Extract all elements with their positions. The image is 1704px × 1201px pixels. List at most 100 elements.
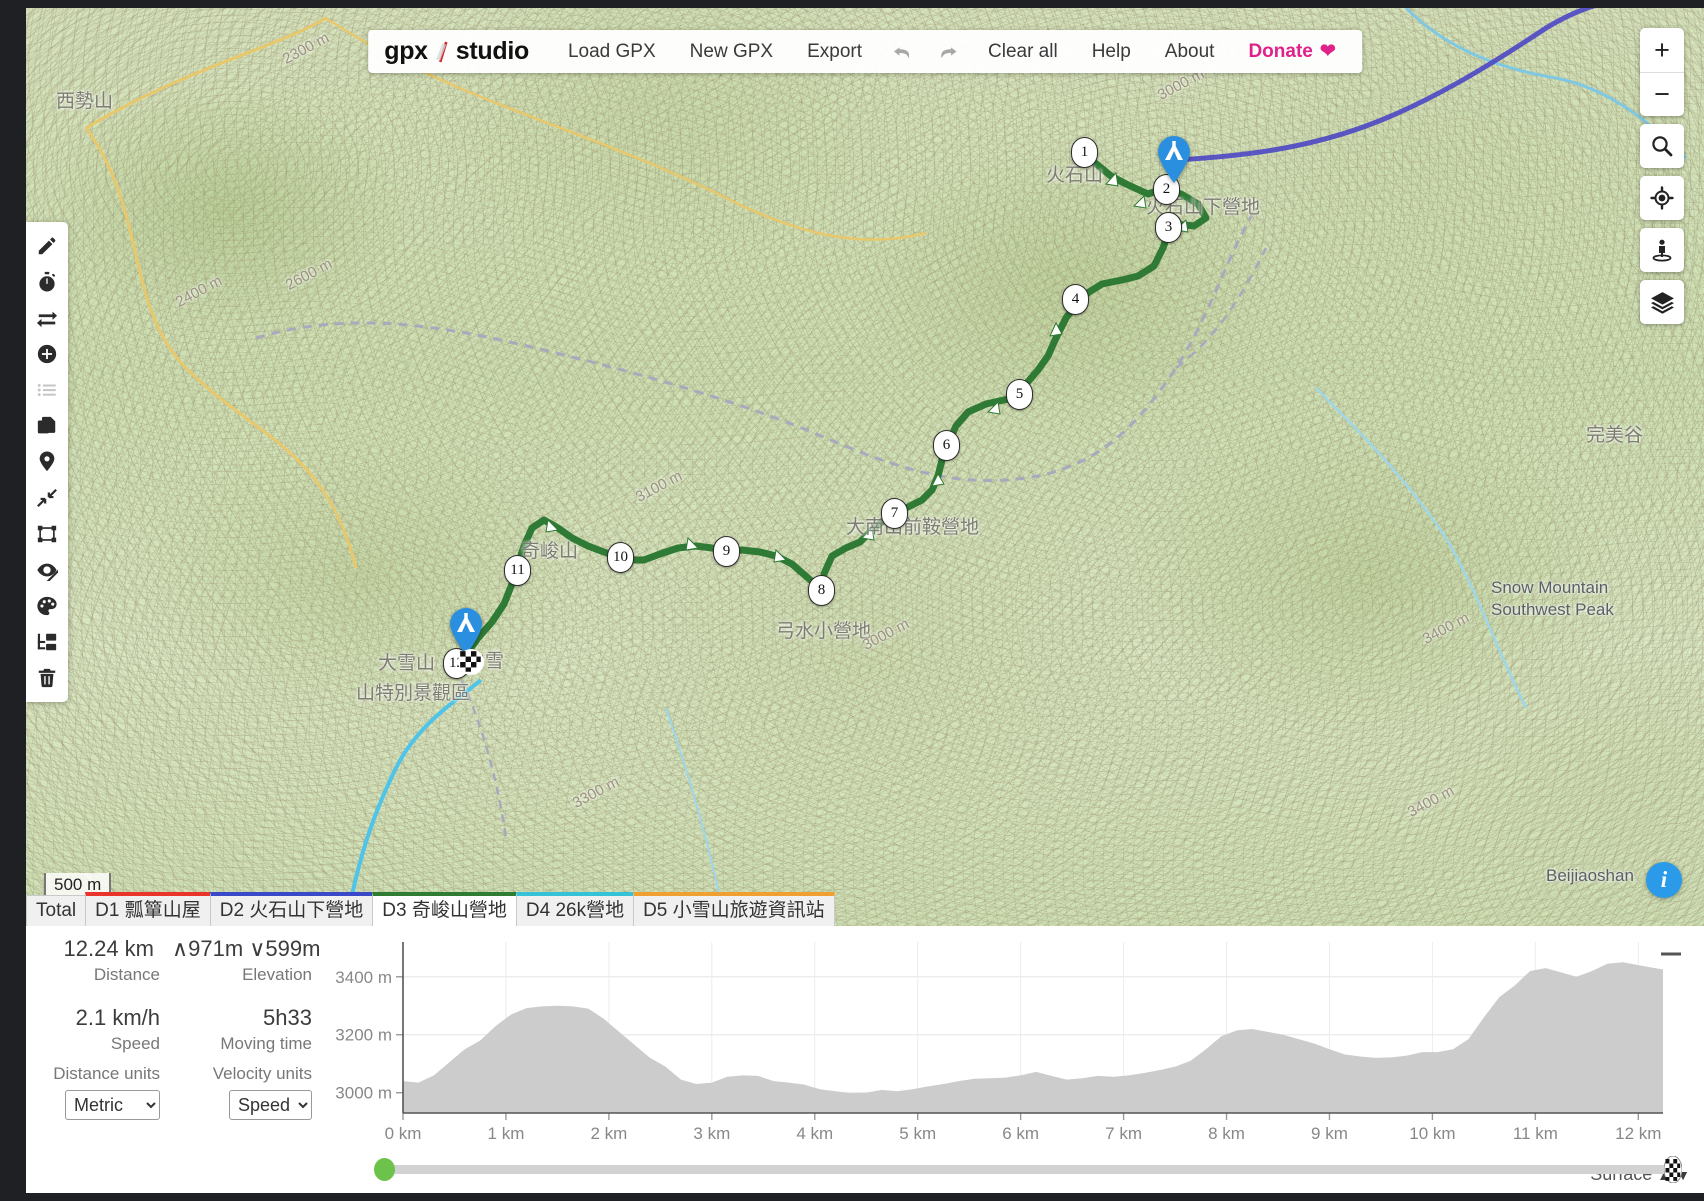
map-vector-layer <box>84 8 1688 926</box>
logo-gpx-text: gpx <box>384 37 428 65</box>
y-tick-label: 3400 m <box>335 968 392 987</box>
tab-total[interactable]: Total <box>26 895 87 926</box>
y-tick-label: 3000 m <box>335 1084 392 1103</box>
velocity-units-label: Velocity units <box>212 1064 312 1083</box>
locate-crosshair-icon[interactable] <box>1640 176 1684 220</box>
add-circle-icon[interactable] <box>26 336 68 372</box>
waypoint-marker-7[interactable]: 7 <box>881 498 908 529</box>
list-icon[interactable] <box>26 372 68 408</box>
donate-label: Donate <box>1248 40 1313 62</box>
tab-1[interactable]: D1 瓢簞山屋 <box>85 892 211 926</box>
waypoint-marker-6[interactable]: 6 <box>933 430 960 461</box>
stopwatch-icon[interactable] <box>26 264 68 300</box>
waypoint-marker-3[interactable]: 3 <box>1155 212 1182 243</box>
x-tick-label: 5 km <box>899 1124 936 1143</box>
heart-icon: ❤ <box>1319 41 1336 62</box>
slider-end-handle[interactable] <box>1664 1156 1682 1183</box>
waypoint-marker-9[interactable]: 9 <box>713 536 740 567</box>
speed-label: Speed <box>110 1034 160 1053</box>
street-view-button[interactable] <box>1640 228 1684 272</box>
elevation-chart[interactable]: 3000 m 3200 m 3400 m 0 km 1 km 2 km 3 km 4 km 5 … <box>331 934 1671 1149</box>
tab-4[interactable]: D4 26k營地 <box>515 892 635 926</box>
map-layers-button[interactable] <box>1640 280 1684 324</box>
waypoint-marker-11[interactable]: 11 <box>504 555 531 586</box>
menu-help[interactable]: Help <box>1075 41 1148 63</box>
street-view-icon[interactable] <box>1640 228 1684 272</box>
menu-load-gpx[interactable]: Load GPX <box>551 41 673 63</box>
hide-eye-icon[interactable] <box>26 552 68 588</box>
x-tick-label: 11 km <box>1513 1124 1558 1143</box>
reverse-icon[interactable] <box>26 300 68 336</box>
elevation-value: ∧971m ∨599m <box>172 936 320 962</box>
palette-icon[interactable] <box>26 588 68 624</box>
waypoint-marker-10[interactable]: 10 <box>607 542 634 573</box>
menu-about[interactable]: About <box>1148 41 1232 63</box>
layers-icon[interactable] <box>1640 280 1684 324</box>
distance-units-label: Distance units <box>53 1064 160 1083</box>
elevation-panel: 12.24 km ∧971m ∨599m Distance Elevation … <box>26 926 1704 1193</box>
crop-icon[interactable] <box>26 516 68 552</box>
x-tick-label: 12 km <box>1615 1124 1661 1143</box>
track-statistics: 12.24 km ∧971m ∨599m Distance Elevation … <box>26 926 326 1126</box>
distance-units-select[interactable]: MetricImperial <box>65 1090 160 1120</box>
duplicate-icon[interactable] <box>26 408 68 444</box>
main-toolbar: gpx studio Load GPX New GPX Export Clear… <box>368 30 1362 73</box>
tab-2[interactable]: D2 火石山下營地 <box>209 892 374 926</box>
gpx-studio-app: 西勢山 2300 m 2400 m 2600 m 3000 m 火石山 火石山下營地 3100… <box>26 8 1704 1193</box>
draw-pencil-icon[interactable] <box>26 228 68 264</box>
zoom-out-button[interactable]: − <box>1640 72 1684 116</box>
moving-time-label: Moving time <box>220 1034 312 1053</box>
y-tick-label: 3200 m <box>335 1026 392 1045</box>
slider-start-handle[interactable] <box>374 1158 395 1181</box>
waypoint-marker-8[interactable]: 8 <box>808 575 835 606</box>
menu-new-gpx[interactable]: New GPX <box>673 41 790 63</box>
x-tick-label: 9 km <box>1311 1124 1348 1143</box>
elevation-loss-icon: ∨ <box>249 936 266 961</box>
camp-pin-end-icon[interactable] <box>1156 136 1192 184</box>
search-icon[interactable] <box>1640 124 1684 168</box>
x-tick-label: 10 km <box>1409 1124 1455 1143</box>
merge-icon[interactable] <box>26 480 68 516</box>
app-logo[interactable]: gpx studio <box>384 37 529 66</box>
waypoint-marker-5[interactable]: 5 <box>1006 379 1033 410</box>
x-tick-label: 3 km <box>693 1124 730 1143</box>
waypoint-marker-1[interactable]: 1 <box>1071 137 1098 168</box>
map-search-button[interactable] <box>1640 124 1684 168</box>
distance-label: Distance <box>93 965 160 984</box>
tab-5[interactable]: D5 小雪山旅遊資訊站 <box>633 892 835 926</box>
track-tabs: Total D1 瓢簞山屋 D2 火石山下營地 D3 奇峻山營地 D4 26k營地 D5… <box>26 892 835 926</box>
structure-icon[interactable] <box>26 624 68 660</box>
x-tick-label: 7 km <box>1105 1124 1142 1143</box>
elevation-gain-icon: ∧ <box>172 936 189 961</box>
undo-icon[interactable] <box>879 41 925 63</box>
tab-3[interactable]: D3 奇峻山營地 <box>372 892 517 926</box>
map-info-button[interactable]: i <box>1646 862 1682 898</box>
elevation-profile-svg[interactable]: 3000 m 3200 m 3400 m 0 km 1 km 2 km 3 km 4 km 5 … <box>331 934 1671 1149</box>
locate-me-button[interactable] <box>1640 176 1684 220</box>
speed-value: 2.1 km/h <box>75 1005 160 1030</box>
edit-toolbar <box>26 222 68 702</box>
map-canvas[interactable]: 西勢山 2300 m 2400 m 2600 m 3000 m 火石山 火石山下營地 3100… <box>26 8 1704 926</box>
zoom-controls: + − <box>1640 28 1684 116</box>
x-tick-label: 2 km <box>590 1124 627 1143</box>
waypoint-pin-icon[interactable] <box>26 444 68 480</box>
donate-button[interactable]: Donate ❤ <box>1231 40 1345 63</box>
moving-time-value: 5h33 <box>263 1005 312 1030</box>
minimize-panel-button[interactable] <box>1658 944 1684 964</box>
menu-export[interactable]: Export <box>790 41 879 63</box>
slider-track[interactable] <box>384 1165 1668 1174</box>
track-range-slider[interactable] <box>366 1154 1686 1184</box>
redo-icon[interactable] <box>925 41 971 63</box>
waypoint-marker-4[interactable]: 4 <box>1062 284 1089 315</box>
elevation-loss-value: 599m <box>265 936 321 961</box>
distance-value: 12.24 km <box>63 936 155 961</box>
zoom-in-button[interactable]: + <box>1640 28 1684 72</box>
logo-slash-icon <box>435 41 448 62</box>
x-tick-label: 6 km <box>1002 1124 1039 1143</box>
trash-icon[interactable] <box>26 660 68 696</box>
x-tick-label: 8 km <box>1208 1124 1245 1143</box>
velocity-units-select[interactable]: SpeedPace <box>229 1090 312 1120</box>
elevation-gain-value: 971m <box>188 936 244 961</box>
menu-clear-all[interactable]: Clear all <box>971 41 1075 63</box>
elevation-label: Elevation <box>242 965 312 984</box>
